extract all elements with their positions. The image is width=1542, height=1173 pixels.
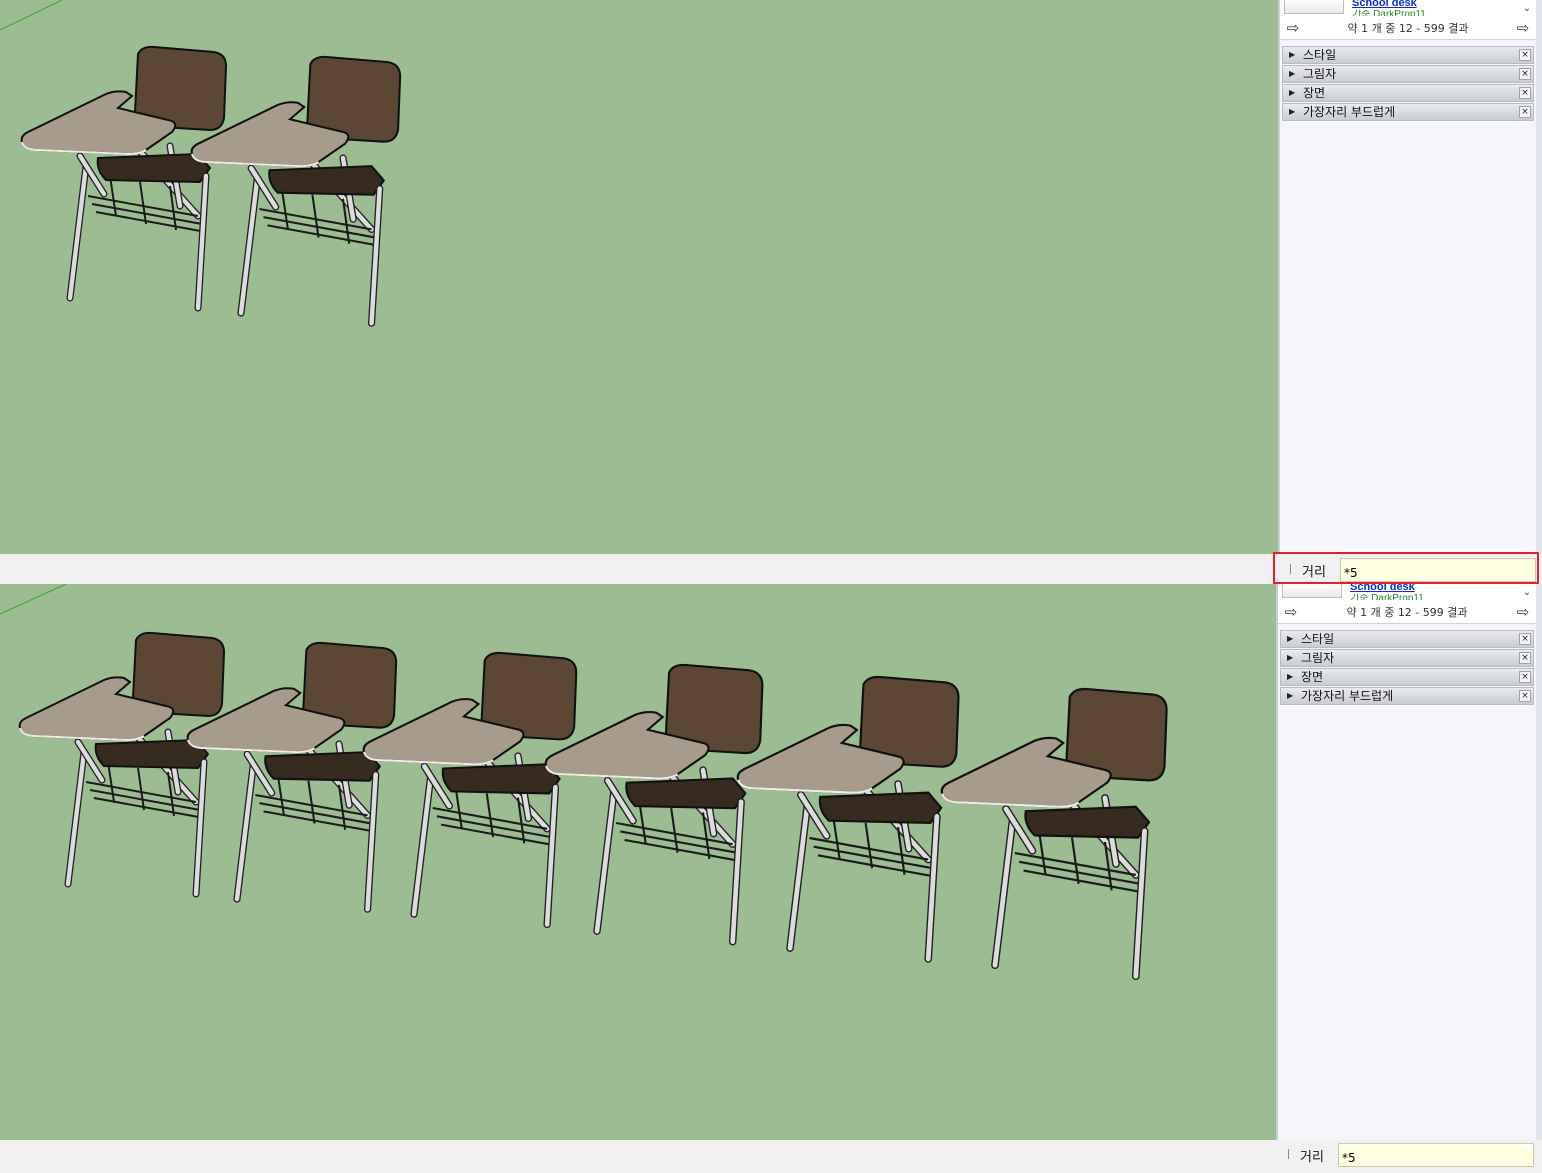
tray-panel-styles[interactable]: ▶ 스타일 ×: [1280, 630, 1534, 648]
default-tray-before: School desk 기준 DarkProp11 ⌄ ⇨ 약 1 개 중 12…: [1278, 0, 1542, 554]
desk-group-after: [18, 631, 1168, 981]
arrow-right-icon[interactable]: ⇨: [1514, 603, 1532, 621]
component-title-link[interactable]: School desk: [1350, 584, 1415, 593]
component-author: 기준 DarkProp11: [1350, 594, 1424, 600]
component-results: School desk 기준 DarkProp11 ⌄ ⇨ 약 1 개 중 12…: [1280, 0, 1536, 40]
tray-panel-title: 장면: [1303, 86, 1326, 100]
tray-panel-shadows[interactable]: ▶ 그림자 ×: [1282, 65, 1534, 83]
close-icon[interactable]: ×: [1519, 49, 1531, 61]
component-results: School desk 기준 DarkProp11 ⌄ ⇨ 약 1 개 중 12…: [1278, 584, 1536, 624]
school-desk-model[interactable]: [544, 663, 764, 946]
tray-panel-list: ▶ 스타일 × ▶ 그림자 × ▶ 장면 × ▶ 가장자리 부드럽게 ×: [1282, 46, 1534, 122]
tray-panel-title: 스타일: [1301, 632, 1335, 646]
tray-panel-styles[interactable]: ▶ 스타일 ×: [1282, 46, 1534, 64]
distance-input[interactable]: [1338, 1143, 1534, 1167]
school-desk-model[interactable]: [940, 687, 1168, 981]
school-desk-model[interactable]: [18, 631, 226, 898]
grip-handle: [1288, 1149, 1289, 1159]
close-icon[interactable]: ×: [1519, 633, 1531, 645]
close-icon[interactable]: ×: [1519, 690, 1531, 702]
tray-panel-soften-edges[interactable]: ▶ 가장자리 부드럽게 ×: [1282, 103, 1534, 121]
desk-scene-before: [0, 0, 402, 327]
desk-group-before: [20, 45, 402, 327]
component-author: 기준 DarkProp11: [1352, 10, 1426, 16]
triangle-right-icon: ▶: [1289, 69, 1296, 78]
results-pager: ⇨ 약 1 개 중 12 - 599 결과 ⇨: [1280, 18, 1536, 38]
tray-panel-title: 가장자리 부드럽게: [1301, 689, 1394, 703]
measurements-box-after: 거리: [1274, 1140, 1540, 1170]
after-pane: School desk 기준 DarkProp11 ⌄ ⇨ 약 1 개 중 12…: [0, 584, 1542, 1173]
close-icon[interactable]: ×: [1519, 671, 1531, 683]
school-desk-model[interactable]: [736, 675, 960, 963]
close-icon[interactable]: ×: [1519, 106, 1531, 118]
highlight-box: [1273, 552, 1539, 584]
component-thumbnail[interactable]: [1284, 0, 1344, 14]
close-icon[interactable]: ×: [1519, 68, 1531, 80]
close-icon[interactable]: ×: [1519, 87, 1531, 99]
results-count: 약 1 개 중 12 - 599 결과: [1346, 606, 1468, 619]
green-axis-line: [0, 584, 67, 615]
tray-panel-title: 장면: [1301, 670, 1324, 684]
triangle-right-icon: ▶: [1287, 634, 1294, 643]
chevron-down-icon[interactable]: ⌄: [1520, 1, 1534, 17]
tray-panel-shadows[interactable]: ▶ 그림자 ×: [1280, 649, 1534, 667]
arrow-right-icon[interactable]: ⇨: [1514, 19, 1532, 37]
desk-scene-after: [0, 584, 1168, 981]
default-tray-after: School desk 기준 DarkProp11 ⌄ ⇨ 약 1 개 중 12…: [1276, 584, 1542, 1140]
tray-panel-list: ▶ 스타일 × ▶ 그림자 × ▶ 장면 × ▶ 가장자리 부드럽게 ×: [1280, 630, 1534, 706]
tray-panel-title: 그림자: [1301, 651, 1335, 665]
triangle-right-icon: ▶: [1287, 653, 1294, 662]
tray-panel-soften-edges[interactable]: ▶ 가장자리 부드럽게 ×: [1280, 687, 1534, 705]
model-viewport-after[interactable]: [0, 584, 1276, 1140]
results-count: 약 1 개 중 12 - 599 결과: [1347, 22, 1469, 35]
component-thumbnail[interactable]: [1282, 584, 1342, 598]
tray-panel-scenes[interactable]: ▶ 장면 ×: [1282, 84, 1534, 102]
model-viewport-before[interactable]: [0, 0, 1278, 554]
school-desk-model[interactable]: [20, 45, 228, 312]
close-icon[interactable]: ×: [1519, 652, 1531, 664]
chevron-down-icon[interactable]: ⌄: [1520, 585, 1534, 601]
triangle-right-icon: ▶: [1287, 672, 1294, 681]
component-title-link[interactable]: School desk: [1352, 0, 1417, 9]
green-axis-line: [0, 0, 63, 31]
triangle-right-icon: ▶: [1289, 107, 1296, 116]
tray-panel-title: 그림자: [1303, 67, 1337, 81]
triangle-right-icon: ▶: [1287, 691, 1294, 700]
triangle-right-icon: ▶: [1289, 50, 1296, 59]
before-pane: School desk 기준 DarkProp11 ⌄ ⇨ 약 1 개 중 12…: [0, 0, 1542, 584]
triangle-right-icon: ▶: [1289, 88, 1296, 97]
results-pager: ⇨ 약 1 개 중 12 - 599 결과 ⇨: [1278, 602, 1536, 622]
tray-panel-scenes[interactable]: ▶ 장면 ×: [1280, 668, 1534, 686]
measurements-label: 거리: [1300, 1150, 1324, 1165]
tray-panel-title: 스타일: [1303, 48, 1337, 62]
tray-panel-title: 가장자리 부드럽게: [1303, 105, 1396, 119]
